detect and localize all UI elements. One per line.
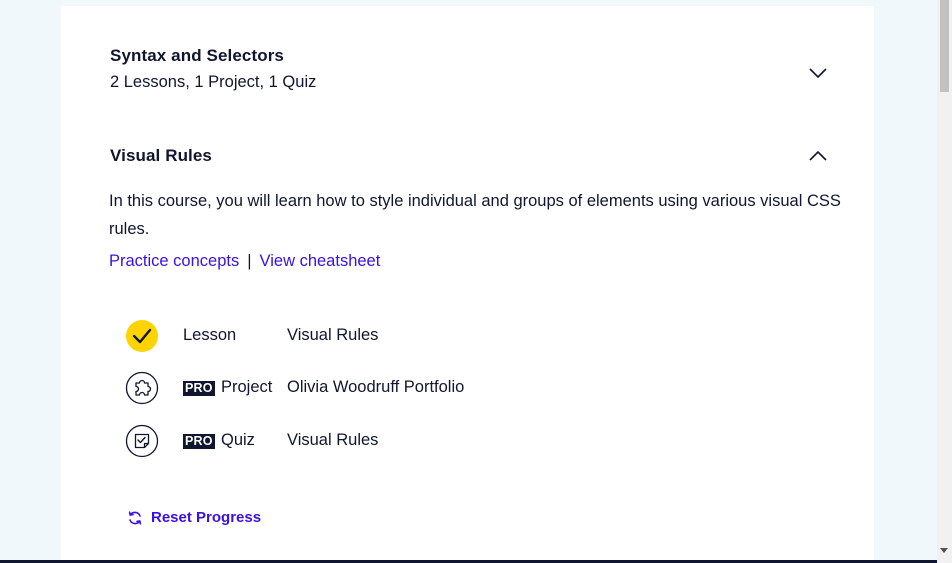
reset-progress-button[interactable]: Reset Progress [127, 509, 261, 526]
check-circle-icon [126, 320, 158, 352]
pro-badge: PRO [183, 434, 215, 449]
quiz-icon [125, 424, 159, 458]
list-item-project[interactable]: PRO Project Olivia Woodruff Portfolio [125, 371, 725, 405]
item-type: Lesson [183, 326, 237, 344]
chevron-up-icon[interactable] [808, 149, 828, 163]
view-cheatsheet-link[interactable]: View cheatsheet [260, 252, 381, 270]
chevron-down-icon[interactable] [808, 66, 828, 80]
item-type: Quiz [221, 431, 255, 449]
list-item-quiz[interactable]: PRO Quiz Visual Rules [125, 424, 725, 458]
vertical-scrollbar[interactable] [937, 0, 952, 563]
section-header-visual-rules[interactable]: Visual Rules [110, 146, 828, 170]
item-type: Project [221, 378, 273, 396]
scrollbar-thumb[interactable] [940, 0, 949, 92]
section-links: Practice concepts | View cheatsheet [109, 252, 380, 271]
section-subtitle: 2 Lessons, 1 Project, 1 Quiz [110, 73, 317, 91]
practice-concepts-link[interactable]: Practice concepts [109, 252, 239, 270]
syllabus-card: Syntax and Selectors 2 Lessons, 1 Projec… [61, 6, 874, 563]
item-name: Olivia Woodruff Portfolio [287, 378, 465, 396]
pro-badge: PRO [183, 381, 215, 396]
puzzle-icon [125, 371, 159, 405]
list-item-lesson[interactable]: Lesson Visual Rules [125, 319, 725, 353]
link-separator: | [247, 252, 252, 270]
section-description: In this course, you will learn how to st… [109, 192, 841, 238]
scroll-down-arrow-icon[interactable] [940, 548, 948, 553]
item-name: Visual Rules [287, 431, 379, 449]
reset-progress-label: Reset Progress [151, 509, 262, 526]
item-name: Visual Rules [287, 326, 379, 344]
section-title: Syntax and Selectors [110, 46, 284, 65]
refresh-icon [128, 510, 142, 525]
section-header-syntax-and-selectors[interactable]: Syntax and Selectors 2 Lessons, 1 Projec… [110, 46, 828, 98]
section-title: Visual Rules [110, 146, 212, 165]
